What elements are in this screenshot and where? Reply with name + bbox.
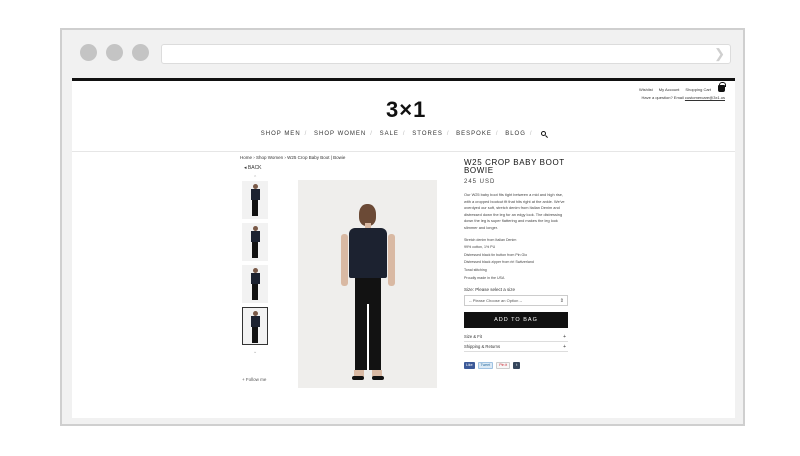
nav-sale[interactable]: SALE xyxy=(380,131,399,137)
thumbnail-1[interactable] xyxy=(242,181,268,219)
spec-item: Proudly made in the USA xyxy=(464,275,505,280)
header-divider xyxy=(72,151,735,152)
shopping-bag-icon[interactable] xyxy=(718,82,726,92)
thumbnail-3[interactable] xyxy=(242,265,268,303)
expand-plus-icon: + xyxy=(563,344,566,351)
window-maximize-dot[interactable] xyxy=(132,44,149,61)
product-info: W25 CROP BABY BOOT BOWIE 245 USD Our W25… xyxy=(464,158,568,370)
product-price: 245 USD xyxy=(464,179,496,185)
main-product-image[interactable] xyxy=(298,180,437,388)
thumbnail-2[interactable] xyxy=(242,223,268,261)
model-figure xyxy=(249,268,261,302)
follow-me-link[interactable]: + Follow me xyxy=(242,377,266,382)
accordion-size-fit[interactable]: Size & Fit + xyxy=(464,332,568,343)
back-link[interactable]: ◂ BACK xyxy=(244,165,262,171)
my-account-link[interactable]: My Account xyxy=(659,87,680,92)
help-line-text: Have a question? Email xyxy=(641,95,684,100)
account-links: Wishlist My Account Shopping Cart xyxy=(639,87,711,92)
nav-shop-women[interactable]: SHOP WOMEN xyxy=(314,131,366,137)
product-specs: Stretch denim from Italian Denim 99% cot… xyxy=(464,237,568,283)
tweet-button[interactable]: Tweet xyxy=(477,362,494,370)
browser-toolbar: ❯ xyxy=(62,30,743,76)
select-caret-icon: ⇕ xyxy=(559,298,564,305)
search-icon[interactable] xyxy=(541,131,547,136)
add-to-bag-button[interactable]: ADD TO BAG xyxy=(464,312,568,329)
site-logo[interactable]: 3×1 xyxy=(386,97,426,123)
accordion-label: Shipping & Returns xyxy=(464,344,501,350)
model-figure xyxy=(249,226,261,260)
accordion-label: Size & Fit xyxy=(464,334,482,340)
nav-stores[interactable]: STORES xyxy=(412,131,443,137)
nav-separator: / xyxy=(402,131,406,138)
help-line: Have a question? Email customercare@3x1.… xyxy=(642,95,725,100)
spec-item: Distressed black zipper from riri Switze… xyxy=(464,260,534,265)
nav-blog[interactable]: BLOG xyxy=(505,131,526,137)
model-figure xyxy=(249,311,261,345)
window-minimize-dot[interactable] xyxy=(106,44,123,61)
thumbnail-4-selected[interactable] xyxy=(242,307,268,345)
wishlist-link[interactable]: Wishlist xyxy=(639,87,653,92)
nav-separator: / xyxy=(495,131,499,138)
tumblr-button[interactable]: t xyxy=(513,362,521,370)
size-select-value: -- Please Choose an Option -- xyxy=(469,298,523,304)
address-bar[interactable]: ❯ xyxy=(161,44,731,64)
spec-item: Tonal stitching xyxy=(464,267,487,272)
facebook-like-button[interactable]: Like xyxy=(464,362,475,370)
browser-frame: ❯ Wishlist My Account Shopping Cart Have… xyxy=(60,28,745,426)
main-nav: SHOP MEN / SHOP WOMEN / SALE / STORES / BESP… xyxy=(72,131,735,137)
nav-bespoke[interactable]: BESPOKE xyxy=(456,131,492,137)
social-share: Like Tweet Pin it t xyxy=(464,362,568,370)
model-figure xyxy=(340,204,396,380)
nav-separator: / xyxy=(370,131,373,138)
go-arrow-icon[interactable]: ❯ xyxy=(714,46,725,62)
spec-item: Distressed black tin button from Pin Gio xyxy=(464,252,528,257)
model-figure xyxy=(249,184,261,218)
support-email-link[interactable]: customercare@3x1.us xyxy=(685,95,725,100)
nav-separator: / xyxy=(304,131,308,138)
spec-item: 99% cotton, 1% PU xyxy=(464,245,496,250)
expand-plus-icon: + xyxy=(563,334,566,341)
thumbs-down-arrow-icon[interactable]: ⌄ xyxy=(253,349,257,355)
shopping-cart-link[interactable]: Shopping Cart xyxy=(685,87,711,92)
nav-shop-men[interactable]: SHOP MEN xyxy=(261,131,301,137)
nav-separator: / xyxy=(529,131,533,138)
nav-separator: / xyxy=(446,131,450,138)
window-close-dot[interactable] xyxy=(80,44,97,61)
breadcrumb[interactable]: Home › Shop Women › W25 Crop Baby Boot |… xyxy=(240,155,345,160)
size-select[interactable]: -- Please Choose an Option -- ⇕ xyxy=(464,295,568,307)
accordion-shipping-returns[interactable]: Shipping & Returns + xyxy=(464,342,568,353)
product-description: Our W25 baby boot fits tight between a m… xyxy=(464,192,565,230)
size-label: Size: Please select a size xyxy=(464,287,516,293)
product-title: W25 CROP BABY BOOT BOWIE xyxy=(464,158,565,175)
pin-it-button[interactable]: Pin it xyxy=(496,362,511,370)
spec-item: Stretch denim from Italian Denim xyxy=(464,237,517,242)
web-page: Wishlist My Account Shopping Cart Have a… xyxy=(72,78,735,418)
